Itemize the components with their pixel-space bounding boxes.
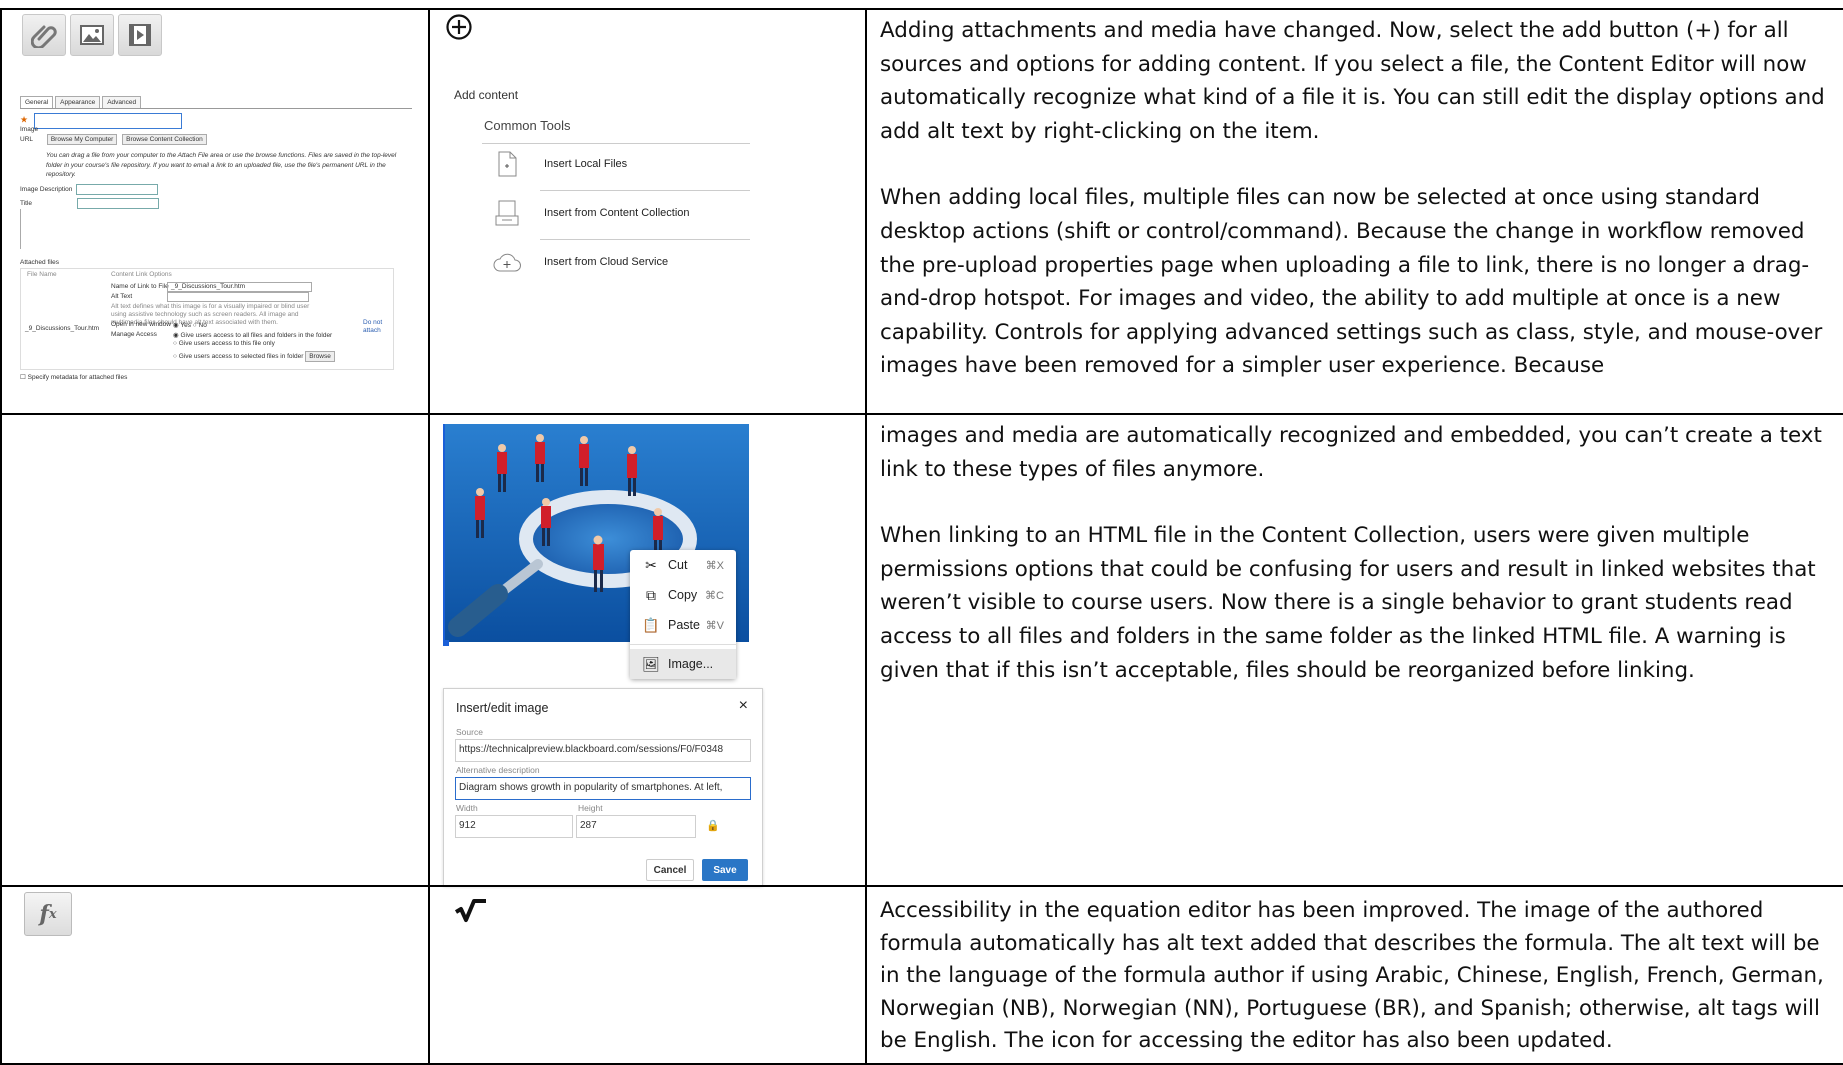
width-label: Width bbox=[456, 803, 478, 813]
description-cell-1: Adding attachments and media have change… bbox=[865, 8, 1843, 415]
close-icon[interactable]: × bbox=[739, 697, 748, 715]
attached-files-table: File Name Content Link Options _9_Discus… bbox=[20, 267, 394, 370]
fx-icon[interactable]: fx bbox=[24, 892, 72, 936]
tab-advanced[interactable]: Advanced bbox=[102, 96, 142, 108]
manage-access-label: Manage Access bbox=[111, 330, 157, 338]
width-input[interactable]: 912 bbox=[455, 815, 573, 838]
insert-local-files-item[interactable]: Insert Local Files bbox=[492, 150, 627, 178]
height-label: Height bbox=[578, 803, 603, 813]
access-option-1[interactable]: ◉ Give users access to all files and fol… bbox=[173, 331, 332, 339]
image-menu-item[interactable]: 🖼 Image... bbox=[630, 649, 736, 679]
save-button[interactable]: Save bbox=[702, 859, 748, 881]
title-input[interactable] bbox=[76, 197, 159, 209]
add-circle-icon[interactable] bbox=[446, 14, 472, 40]
paperclip-icon[interactable] bbox=[22, 14, 66, 56]
alt-text-label: Alt Text bbox=[111, 292, 133, 300]
description-paragraph: When adding local files, multiple files … bbox=[880, 185, 1823, 379]
name-of-link-label: Name of Link to File bbox=[111, 282, 169, 290]
open-new-window-label: Open in new window bbox=[111, 320, 171, 328]
browse-content-collection-button[interactable]: Browse Content Collection bbox=[122, 134, 207, 145]
old-attach-form: General Appearance Advanced ★ Image URL … bbox=[20, 96, 412, 381]
insert-from-content-collection-label: Insert from Content Collection bbox=[544, 207, 690, 219]
paste-menu-item[interactable]: 📋 Paste ⌘V bbox=[630, 610, 736, 640]
dialog-title: Insert/edit image bbox=[456, 701, 549, 715]
image-edit-icon: 🖼 bbox=[642, 655, 660, 672]
attached-file-name: _9_Discussions_Tour.htm bbox=[25, 324, 100, 332]
image-description-label: Image Description bbox=[20, 185, 73, 193]
insert-from-cloud-service-item[interactable]: Insert from Cloud Service bbox=[492, 248, 668, 276]
name-of-link-input[interactable]: _9_Discussions_Tour.htm bbox=[167, 281, 312, 292]
help-text: You can drag a file from your computer t… bbox=[46, 152, 397, 178]
cancel-button[interactable]: Cancel bbox=[646, 859, 694, 881]
source-input[interactable]: https://technicalpreview.blackboard.com/… bbox=[455, 739, 751, 762]
insert-local-files-label: Insert Local Files bbox=[544, 158, 628, 170]
browse-my-computer-button[interactable]: Browse My Computer bbox=[46, 134, 118, 145]
insert-from-cloud-service-label: Insert from Cloud Service bbox=[544, 256, 669, 268]
tab-appearance[interactable]: Appearance bbox=[55, 96, 101, 108]
divider bbox=[20, 208, 412, 249]
browse-button[interactable]: Browse bbox=[305, 350, 335, 362]
common-tools-heading: Common Tools bbox=[484, 118, 571, 133]
add-content-heading: Add content bbox=[454, 88, 519, 102]
height-input[interactable]: 287 bbox=[576, 815, 696, 838]
image-url-input[interactable] bbox=[33, 113, 182, 129]
description-paragraph: Accessibility in the equation editor has… bbox=[880, 898, 1824, 1053]
alt-description-input[interactable]: Diagram shows growth in popularity of sm… bbox=[455, 777, 751, 800]
empty-cell bbox=[0, 413, 430, 887]
required-star-icon: ★ bbox=[20, 114, 29, 125]
open-new-window-radios[interactable]: ◉ Yes ○ No bbox=[173, 321, 207, 329]
tab-general[interactable]: General bbox=[20, 96, 54, 108]
divider bbox=[540, 190, 750, 191]
description-paragraph: When linking to an HTML file in the Cont… bbox=[880, 523, 1816, 683]
description-cell-3: Accessibility in the equation editor has… bbox=[865, 885, 1843, 1065]
description-cell-2: images and media are automatically recog… bbox=[865, 413, 1843, 887]
divider bbox=[482, 143, 750, 144]
insert-edit-image-dialog: Insert/edit image × Source https://techn… bbox=[443, 688, 763, 886]
media-icon[interactable] bbox=[118, 14, 162, 56]
divider bbox=[540, 239, 750, 240]
old-toolbar bbox=[22, 14, 162, 56]
cut-menu-item[interactable]: ✂ Cut ⌘X bbox=[630, 550, 736, 580]
source-label: Source bbox=[456, 727, 483, 737]
do-not-attach-link[interactable]: Do not attach bbox=[363, 319, 387, 335]
content-link-options-header: Content Link Options bbox=[111, 270, 172, 278]
scissors-icon: ✂ bbox=[645, 556, 657, 573]
new-equation-cell bbox=[428, 885, 867, 1065]
file-name-header: File Name bbox=[27, 270, 57, 278]
old-form-tabs: General Appearance Advanced bbox=[20, 96, 412, 109]
attached-files-label: Attached files bbox=[20, 258, 60, 266]
specify-metadata-checkbox[interactable]: ☐ Specify metadata for attached files bbox=[20, 373, 412, 381]
url-label: URL bbox=[20, 136, 34, 143]
context-menu: ✂ Cut ⌘X ⧉ Copy ⌘C 📋 Paste ⌘V 🖼 Image... bbox=[630, 550, 736, 679]
clipboard-icon: 📋 bbox=[642, 616, 660, 633]
resize-handle[interactable] bbox=[443, 640, 449, 646]
content-collection-icon bbox=[492, 199, 522, 227]
access-option-3[interactable]: ○ Give users access to selected files in… bbox=[173, 350, 338, 362]
description-paragraph: images and media are automatically recog… bbox=[880, 423, 1822, 482]
copy-icon: ⧉ bbox=[646, 586, 656, 603]
divider bbox=[630, 644, 736, 645]
image-description-input[interactable] bbox=[76, 183, 159, 195]
insert-from-content-collection-item[interactable]: Insert from Content Collection bbox=[492, 199, 690, 227]
file-icon bbox=[492, 150, 522, 178]
access-option-2[interactable]: ○ Give users access to this file only bbox=[173, 340, 275, 347]
image-label: Image bbox=[20, 126, 39, 133]
cloud-add-icon bbox=[492, 248, 522, 276]
title-label: Title bbox=[20, 199, 33, 207]
alt-description-label: Alternative description bbox=[456, 765, 540, 775]
lock-icon[interactable]: 🔒 bbox=[706, 819, 720, 832]
alt-text-input[interactable] bbox=[167, 291, 309, 302]
image-icon[interactable] bbox=[70, 14, 114, 56]
description-paragraph: Adding attachments and media have change… bbox=[880, 18, 1825, 144]
sqrt-icon[interactable] bbox=[454, 898, 488, 929]
copy-menu-item[interactable]: ⧉ Copy ⌘C bbox=[630, 580, 736, 610]
